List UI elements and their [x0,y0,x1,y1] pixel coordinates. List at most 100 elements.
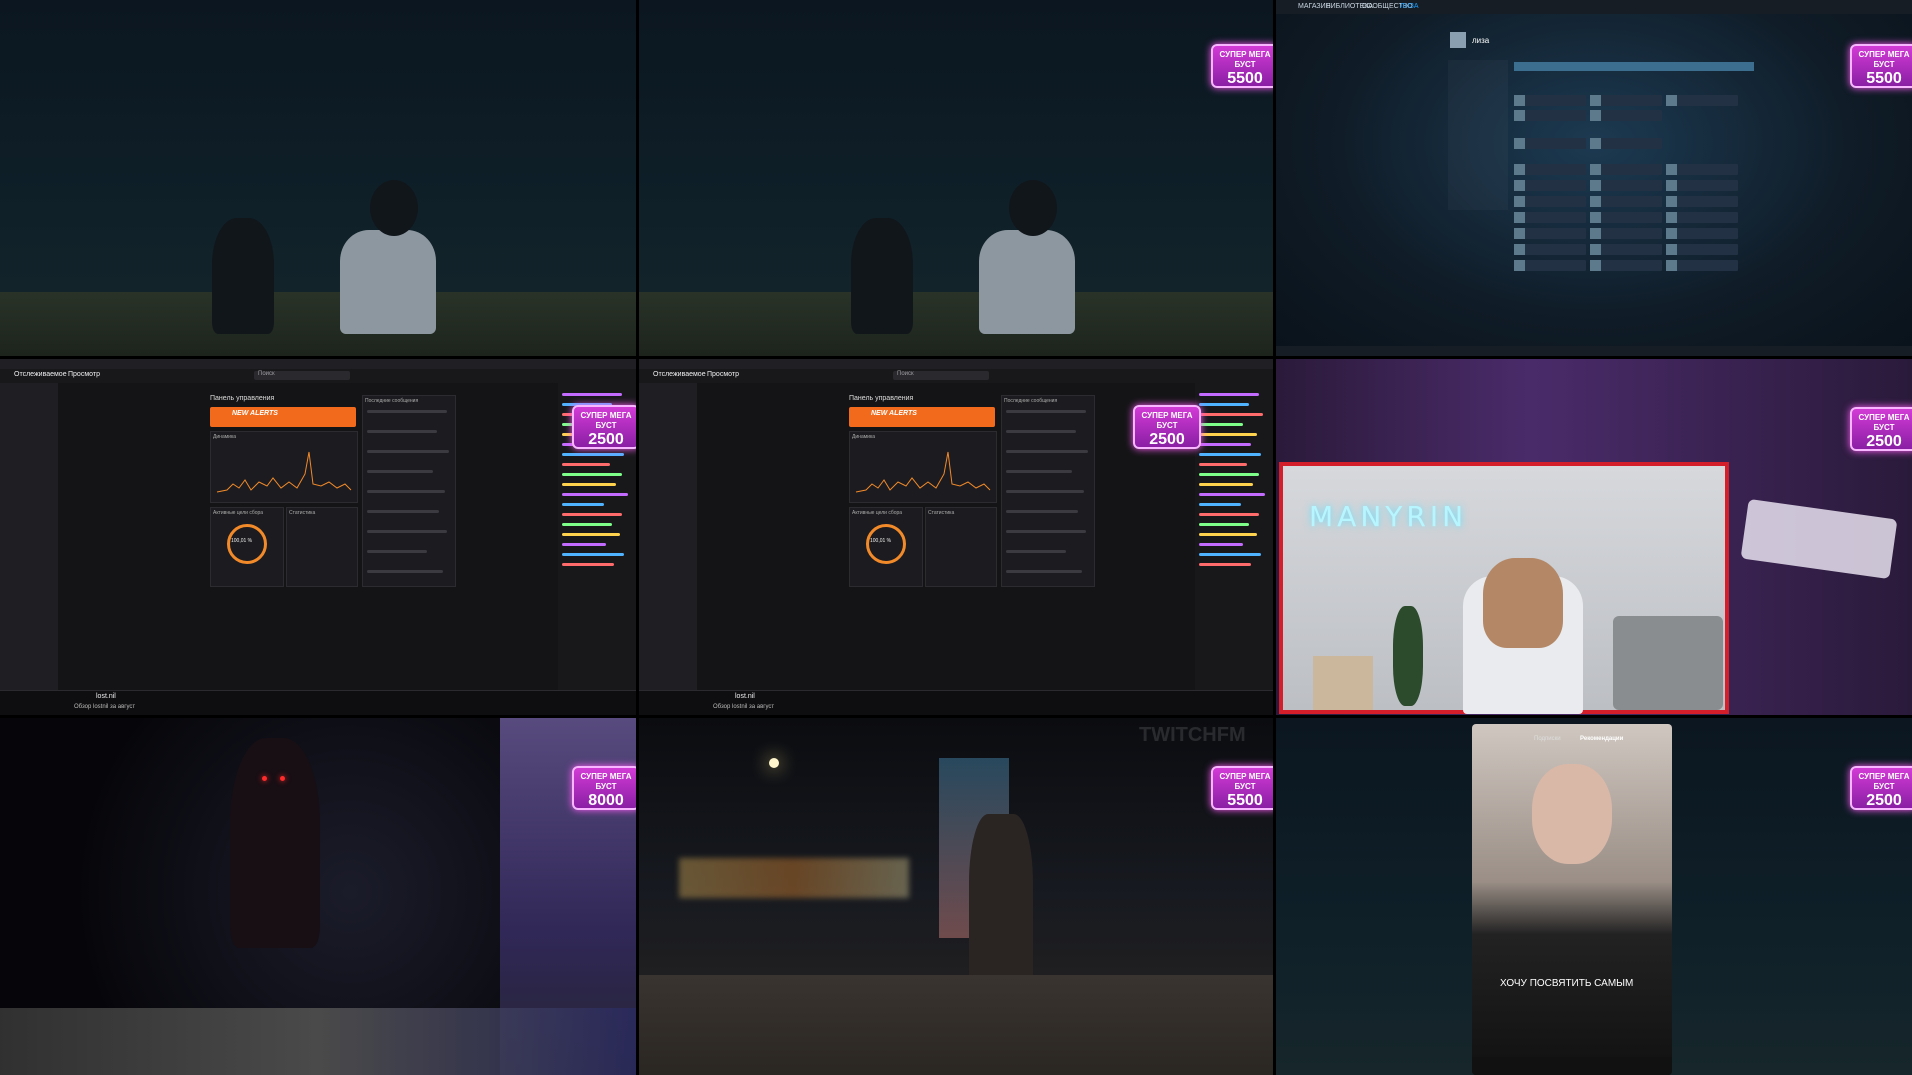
bottom-blur [0,1008,636,1075]
goal-percent: 100,01 % [870,538,892,544]
stream-tile-8[interactable]: TWITCHFM СУПЕР МЕГА БУСТ 5500 [639,718,1273,1075]
nav-following[interactable]: Отслеживаемое [653,371,706,378]
recent-messages-label: Последние сообщения [1004,398,1058,404]
friend-card[interactable] [1590,244,1662,255]
friend-card[interactable] [1666,260,1738,271]
friend-card[interactable] [1514,244,1586,255]
red-eye-right [280,776,285,781]
browser-tabs[interactable] [0,359,636,369]
friend-card[interactable] [1590,228,1662,239]
promo-card[interactable]: NEW ALERTS [210,407,356,427]
nav-browse[interactable]: Просмотр [68,371,100,378]
face [1532,764,1612,864]
friend-card[interactable] [1666,180,1738,191]
friend-card[interactable] [1666,228,1738,239]
boy-head [370,180,418,236]
badge-label: СУПЕР МЕГА БУСТ [1858,50,1910,69]
badge-label: СУПЕР МЕГА БУСТ [580,772,632,791]
active-goals-label: Активные цели сбора [213,510,264,516]
friend-card[interactable] [1514,138,1586,149]
boy-silhouette [340,230,436,334]
stats-label: Статистика [289,510,316,516]
plant [1393,606,1423,706]
followed-channels-sidebar [639,383,697,691]
stream-tile-4[interactable]: Отслеживаемое Просмотр Поиск Панель упра… [0,359,636,715]
tiktok-caption: ХОЧУ ПОСВЯТИТЬ САМЫМ [1500,978,1634,989]
boy-silhouette [979,230,1075,334]
stream-tile-9[interactable]: Подписки Рекомендации ХОЧУ ПОСВЯТИТЬ САМ… [1276,718,1912,1075]
tiktok-phone[interactable]: Подписки Рекомендации ХОЧУ ПОСВЯТИТЬ САМ… [1472,724,1672,1075]
stream-tile-7[interactable]: СУПЕР МЕГА БУСТ 8000 [0,718,636,1075]
steam-active-tab[interactable] [1514,62,1754,71]
webcam-view: MANYRIN [1279,462,1729,714]
stats-card: Статистика [925,507,997,587]
badge-label: СУПЕР МЕГА БУСТ [1141,411,1193,430]
steam-sidebar [1448,60,1508,210]
stream-tile-5[interactable]: Отслеживаемое Просмотр Поиск Панель упра… [639,359,1273,715]
search-input[interactable]: Поиск [254,371,350,380]
girl-silhouette [851,218,913,334]
badge-value: 5500 [1227,792,1263,809]
friend-card[interactable] [1514,228,1586,239]
watermark: TWITCHFM [1139,724,1246,746]
nightstand [1313,656,1373,710]
red-eye-left [262,776,267,781]
recent-messages-label: Последние сообщения [365,398,419,404]
stream-tile-1[interactable] [0,0,636,356]
stream-caption: Обзор lostnil за август [74,704,136,710]
active-goals-card: Активные цели сбора 100,01 % [210,507,284,587]
tiktok-tab-recommended[interactable]: Рекомендации [1580,736,1623,742]
chat-panel [1195,383,1273,691]
friend-card[interactable] [1666,164,1738,175]
dynamics-sparkline [216,451,352,493]
steam-menu-user[interactable]: ЛИЗА [1400,3,1419,10]
site-topbar: Отслеживаемое Просмотр Поиск [0,369,636,383]
dynamics-sparkline [855,451,991,493]
sidewalk [639,975,1273,1075]
boost-badge: СУПЕР МЕГА БУСТ 5500 [1211,44,1273,88]
friend-card[interactable] [1590,196,1662,207]
friend-card[interactable] [1514,164,1586,175]
friend-card[interactable] [1666,212,1738,223]
friend-card[interactable] [1514,260,1586,271]
friend-card[interactable] [1514,95,1586,106]
friend-card[interactable] [1514,212,1586,223]
friend-card[interactable] [1590,260,1662,271]
animatronic-silhouette [230,738,320,948]
friend-card[interactable] [1590,95,1662,106]
dynamics-chart: Динамика [849,431,997,503]
stream-info-bar: lost.nil Обзор lostnil за август [639,690,1273,715]
friend-card[interactable] [1514,180,1586,191]
stream-tile-2[interactable]: СУПЕР МЕГА БУСТ 5500 [639,0,1273,356]
friend-card[interactable] [1666,196,1738,207]
stream-tile-3[interactable]: МАГАЗИН БИБЛИОТЕКА СООБЩЕСТВО ЛИЗА лиза [1276,0,1912,356]
street-lights [679,858,909,898]
friend-card[interactable] [1590,180,1662,191]
dynamics-chart: Динамика [210,431,358,503]
steam-menu-bar: МАГАЗИН БИБЛИОТЕКА СООБЩЕСТВО ЛИЗА [1276,0,1912,14]
search-placeholder: Поиск [897,371,914,377]
friend-card[interactable] [1590,110,1662,121]
friend-card[interactable] [1590,212,1662,223]
shore [0,291,636,356]
nav-following[interactable]: Отслеживаемое [14,371,67,378]
nav-browse[interactable]: Просмотр [707,371,739,378]
girl-silhouette [212,218,274,334]
channel-name[interactable]: lost.nil [96,693,116,700]
promo-label: NEW ALERTS [871,410,917,417]
stats-card: Статистика [286,507,358,587]
friend-card[interactable] [1514,196,1586,207]
friend-card[interactable] [1666,244,1738,255]
goal-percent: 100,01 % [231,538,253,544]
friend-card[interactable] [1590,164,1662,175]
tiktok-nav[interactable] [1472,1057,1672,1075]
channel-name[interactable]: lost.nil [735,693,755,700]
friend-card[interactable] [1666,95,1738,106]
promo-card[interactable]: NEW ALERTS [849,407,995,427]
search-input[interactable]: Поиск [893,371,989,380]
friend-card[interactable] [1514,110,1586,121]
browser-tabs[interactable] [639,359,1273,369]
badge-value: 2500 [588,431,624,448]
friend-card[interactable] [1590,138,1662,149]
tiktok-tab-following[interactable]: Подписки [1534,736,1561,742]
